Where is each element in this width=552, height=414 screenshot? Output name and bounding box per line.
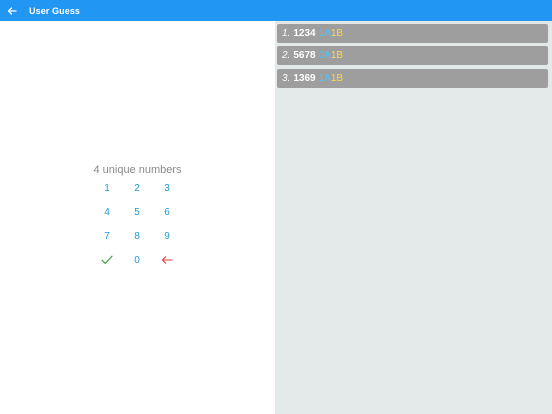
- keypad-panel: 4 unique numbers 1 2 3 4 5 6 7 8 9 0: [0, 21, 275, 414]
- back-button[interactable]: [1, 0, 23, 21]
- guess-result-b: 1B: [330, 73, 344, 84]
- guess-index: 3.: [282, 73, 291, 84]
- guess-result-a: 0A: [318, 50, 331, 61]
- key-3[interactable]: 3: [152, 176, 182, 200]
- key-6[interactable]: 6: [152, 200, 182, 224]
- guess-result-a: 1A: [318, 73, 331, 84]
- key-0[interactable]: 0: [122, 248, 152, 272]
- guess-index: 1.: [282, 28, 291, 39]
- guess-result-a: 1A: [318, 28, 331, 39]
- guess-number: 1234: [293, 28, 316, 39]
- key-7[interactable]: 7: [92, 224, 122, 248]
- keypad-hint: 4 unique numbers: [93, 164, 182, 176]
- guess-number: 5678: [293, 50, 316, 61]
- page-title: User Guess: [29, 5, 81, 16]
- guess-row: 1. 1234 1A 1B: [277, 24, 548, 43]
- app-bar: User Guess: [0, 0, 552, 21]
- check-icon: [101, 255, 113, 264]
- confirm-button[interactable]: [92, 248, 122, 272]
- key-5[interactable]: 5: [122, 200, 152, 224]
- guess-result-b: 1B: [330, 50, 344, 61]
- guess-row: 3. 1369 1A 1B: [277, 69, 548, 88]
- key-8[interactable]: 8: [122, 224, 152, 248]
- guess-result-b: 1B: [330, 28, 344, 39]
- guess-row: 2. 5678 0A 1B: [277, 46, 548, 65]
- key-1[interactable]: 1: [92, 176, 122, 200]
- guess-index: 2.: [282, 50, 291, 61]
- key-2[interactable]: 2: [122, 176, 152, 200]
- delete-button[interactable]: [152, 248, 182, 272]
- guess-history-panel: 1. 1234 1A 1B 2. 5678 0A 1B 3. 1369 1A 1…: [275, 21, 552, 414]
- key-4[interactable]: 4: [92, 200, 122, 224]
- backspace-arrow-icon: [161, 256, 173, 264]
- key-9[interactable]: 9: [152, 224, 182, 248]
- guess-number: 1369: [293, 73, 316, 84]
- arrow-left-icon: [7, 6, 17, 15]
